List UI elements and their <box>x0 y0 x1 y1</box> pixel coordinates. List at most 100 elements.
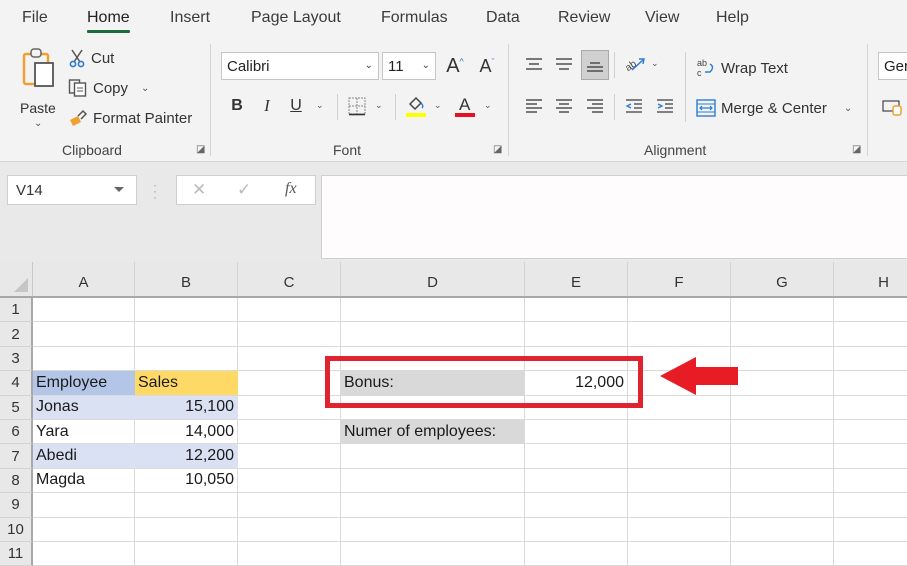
accounting-format-button[interactable] <box>881 96 905 118</box>
cell-a1[interactable] <box>33 298 135 323</box>
cell-d2[interactable] <box>341 322 525 347</box>
cell-e3[interactable] <box>525 346 628 372</box>
column-header-h[interactable]: H <box>834 262 907 296</box>
cell-e11[interactable] <box>525 542 628 566</box>
cell-h6[interactable] <box>834 420 907 445</box>
cell-f7[interactable] <box>628 444 731 469</box>
cell-a8[interactable]: Magda <box>33 468 135 494</box>
italic-button[interactable]: I <box>256 94 278 118</box>
formula-input[interactable] <box>321 175 907 259</box>
cell-h7[interactable] <box>834 444 907 469</box>
cell-b6[interactable]: 14,000 <box>135 420 238 445</box>
cell-d3[interactable] <box>341 346 525 372</box>
row-header-7[interactable]: 7 <box>0 444 33 469</box>
cell-e8[interactable] <box>525 468 628 494</box>
font-size-dropdown[interactable]: 11 ⌄ <box>382 52 436 80</box>
cell-g2[interactable] <box>731 322 834 347</box>
clipboard-dialog-launcher-icon[interactable]: ◪ <box>196 144 205 155</box>
tab-home[interactable]: Home <box>87 9 130 33</box>
tab-formulas[interactable]: Formulas <box>381 9 448 27</box>
copy-dropdown-chevron-icon[interactable]: ⌄ <box>141 83 149 94</box>
fill-color-dropdown-chevron-icon[interactable]: ⌄ <box>434 100 442 111</box>
cell-d1[interactable] <box>341 298 525 323</box>
font-color-dropdown-chevron-icon[interactable]: ⌄ <box>484 100 492 111</box>
cell-a7[interactable]: Abedi <box>33 444 135 469</box>
cell-h4[interactable] <box>834 371 907 396</box>
cell-e9[interactable] <box>525 493 628 518</box>
column-header-b[interactable]: B <box>135 262 238 296</box>
cell-f5[interactable] <box>628 395 731 420</box>
cell-d10[interactable] <box>341 517 525 542</box>
cell-c3[interactable] <box>238 346 341 372</box>
cell-c9[interactable] <box>238 493 341 518</box>
align-right-button[interactable] <box>583 94 607 118</box>
cell-f8[interactable] <box>628 468 731 494</box>
row-header-6[interactable]: 6 <box>0 420 33 445</box>
increase-font-size-button[interactable]: A^ <box>442 52 468 80</box>
cell-g11[interactable] <box>731 542 834 566</box>
cell-b7[interactable]: 12,200 <box>135 444 238 469</box>
confirm-entry-button[interactable]: ✓ <box>237 180 251 200</box>
cell-b10[interactable] <box>135 517 238 542</box>
cell-h8[interactable] <box>834 469 907 494</box>
cell-g7[interactable] <box>731 444 834 469</box>
cell-e7[interactable] <box>525 444 628 469</box>
column-header-a[interactable]: A <box>33 262 135 296</box>
middle-align-button[interactable] <box>552 52 576 76</box>
number-format-dropdown[interactable]: Ger <box>878 52 907 80</box>
cell-e1[interactable] <box>525 298 628 323</box>
cell-b8[interactable]: 10,050 <box>135 468 238 494</box>
increase-indent-button[interactable] <box>653 94 677 118</box>
cell-c7[interactable] <box>238 444 341 469</box>
row-header-4[interactable]: 4 <box>0 371 33 396</box>
cell-h1[interactable] <box>834 298 907 323</box>
cell-e10[interactable] <box>525 517 628 542</box>
cell-a4[interactable]: Employee <box>33 371 135 396</box>
cell-g8[interactable] <box>731 468 834 494</box>
cell-f1[interactable] <box>628 298 731 323</box>
cell-a2[interactable] <box>33 322 135 347</box>
paste-dropdown-chevron-icon[interactable]: ⌄ <box>34 118 42 129</box>
orientation-button[interactable]: ab <box>622 52 648 76</box>
paste-button[interactable]: Paste ⌄ <box>14 46 62 134</box>
decrease-indent-button[interactable] <box>622 94 646 118</box>
row-header-3[interactable]: 3 <box>0 346 33 372</box>
cell-f6[interactable] <box>628 420 731 445</box>
cell-e6[interactable] <box>525 420 628 445</box>
merge-center-button[interactable]: Merge & Center ⌄ <box>696 96 852 120</box>
cell-a3[interactable] <box>33 346 135 372</box>
cell-a6[interactable]: Yara <box>33 420 135 445</box>
column-header-d[interactable]: D <box>341 262 525 296</box>
tab-page-layout[interactable]: Page Layout <box>251 9 341 27</box>
tab-view[interactable]: View <box>645 9 679 27</box>
cell-g9[interactable] <box>731 493 834 518</box>
cell-b4[interactable]: Sales <box>135 371 238 396</box>
cell-d5[interactable] <box>341 395 525 420</box>
wrap-text-button[interactable]: ab c Wrap Text <box>696 56 788 80</box>
insert-function-button[interactable]: fx <box>285 180 297 198</box>
name-box[interactable]: V14 <box>7 175 137 205</box>
cell-c5[interactable] <box>238 395 341 420</box>
cell-c11[interactable] <box>238 542 341 566</box>
cell-h11[interactable] <box>834 542 907 566</box>
borders-button[interactable] <box>345 94 369 118</box>
cell-h9[interactable] <box>834 493 907 518</box>
cell-b2[interactable] <box>135 322 238 347</box>
font-dialog-launcher-icon[interactable]: ◪ <box>493 144 502 155</box>
font-color-button[interactable]: A <box>452 92 478 120</box>
align-left-button[interactable] <box>522 94 546 118</box>
underline-dropdown-chevron-icon[interactable]: ⌄ <box>316 100 324 111</box>
cell-d6[interactable]: Numer of employees: <box>341 420 525 445</box>
cell-d8[interactable] <box>341 468 525 494</box>
cell-c4[interactable] <box>238 371 341 396</box>
cell-b3[interactable] <box>135 346 238 372</box>
cell-c6[interactable] <box>238 420 341 445</box>
column-header-g[interactable]: G <box>731 262 834 296</box>
cell-h5[interactable] <box>834 396 907 420</box>
column-header-e[interactable]: E <box>525 262 628 296</box>
cell-f11[interactable] <box>628 542 731 566</box>
row-header-5[interactable]: 5 <box>0 395 33 420</box>
cell-a5[interactable]: Jonas <box>33 395 135 420</box>
cell-b5[interactable]: 15,100 <box>135 395 238 420</box>
column-header-f[interactable]: F <box>628 262 731 296</box>
